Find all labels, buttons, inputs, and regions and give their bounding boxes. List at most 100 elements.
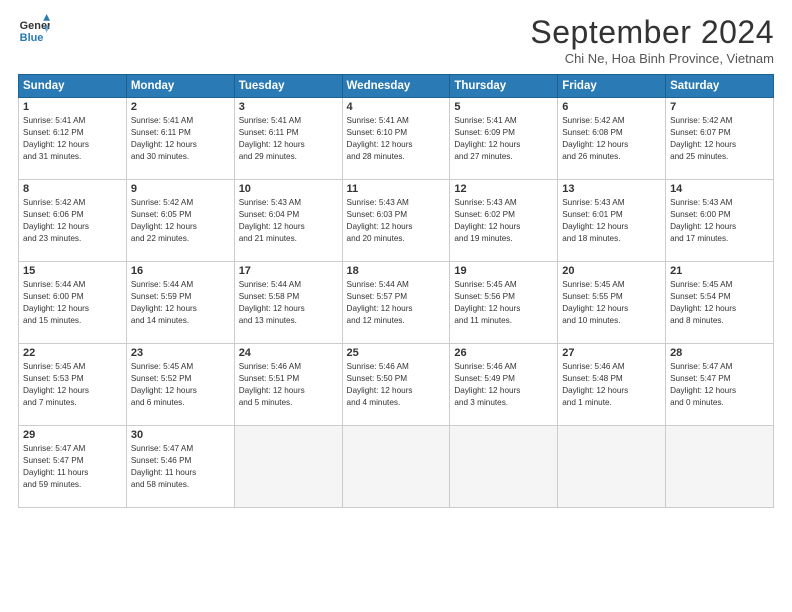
day-number: 13 <box>562 183 661 195</box>
day-info: Sunrise: 5:47 AM Sunset: 5:47 PM Dayligh… <box>670 361 769 409</box>
day-number: 1 <box>23 101 122 113</box>
day-cell-26: 26 Sunrise: 5:46 AM Sunset: 5:49 PM Dayli… <box>450 344 558 426</box>
title-area: September 2024 Chi Ne, Hoa Binh Province… <box>530 14 774 66</box>
week-row-2: 8 Sunrise: 5:42 AM Sunset: 6:06 PM Daylig… <box>19 180 774 262</box>
day-info: Sunrise: 5:43 AM Sunset: 6:03 PM Dayligh… <box>347 197 446 245</box>
day-number: 11 <box>347 183 446 195</box>
day-number: 5 <box>454 101 553 113</box>
day-info: Sunrise: 5:43 AM Sunset: 6:02 PM Dayligh… <box>454 197 553 245</box>
day-cell-10: 10 Sunrise: 5:43 AM Sunset: 6:04 PM Dayli… <box>234 180 342 262</box>
day-cell-27: 27Sunrise: 5:46 AM Sunset: 5:48 PM Dayli… <box>558 344 666 426</box>
day-info: Sunrise: 5:43 AM Sunset: 6:04 PM Dayligh… <box>239 197 338 245</box>
day-number: 21 <box>670 265 769 277</box>
day-number: 28 <box>670 347 769 359</box>
day-info: Sunrise: 5:47 AM Sunset: 5:46 PM Dayligh… <box>131 443 230 491</box>
week-row-4: 22 Sunrise: 5:45 AM Sunset: 5:53 PM Dayli… <box>19 344 774 426</box>
day-cell-14: 14 Sunrise: 5:43 AM Sunset: 6:00 PM Dayli… <box>666 180 774 262</box>
day-cell-9: 9 Sunrise: 5:42 AM Sunset: 6:05 PM Daylig… <box>126 180 234 262</box>
col-header-tuesday: Tuesday <box>234 75 342 98</box>
day-info: Sunrise: 5:44 AM Sunset: 5:59 PM Dayligh… <box>131 279 230 327</box>
col-header-thursday: Thursday <box>450 75 558 98</box>
day-cell-7: 7Sunrise: 5:42 AM Sunset: 6:07 PM Daylig… <box>666 98 774 180</box>
empty-cell <box>234 426 342 508</box>
location: Chi Ne, Hoa Binh Province, Vietnam <box>530 51 774 66</box>
day-cell-19: 19 Sunrise: 5:45 AM Sunset: 5:56 PM Dayli… <box>450 262 558 344</box>
day-cell-16: 16 Sunrise: 5:44 AM Sunset: 5:59 PM Dayli… <box>126 262 234 344</box>
day-info: Sunrise: 5:45 AM Sunset: 5:52 PM Dayligh… <box>131 361 230 409</box>
day-number: 6 <box>562 101 661 113</box>
day-number: 7 <box>670 101 769 113</box>
day-number: 23 <box>131 347 230 359</box>
day-cell-20: 20Sunrise: 5:45 AM Sunset: 5:55 PM Dayli… <box>558 262 666 344</box>
day-number: 14 <box>670 183 769 195</box>
day-cell-3: 3Sunrise: 5:41 AM Sunset: 6:11 PM Daylig… <box>234 98 342 180</box>
day-info: Sunrise: 5:43 AM Sunset: 6:00 PM Dayligh… <box>670 197 769 245</box>
day-number: 25 <box>347 347 446 359</box>
day-cell-28: 28 Sunrise: 5:47 AM Sunset: 5:47 PM Dayli… <box>666 344 774 426</box>
day-info: Sunrise: 5:41 AM Sunset: 6:09 PM Dayligh… <box>454 115 553 163</box>
day-number: 16 <box>131 265 230 277</box>
month-title: September 2024 <box>530 14 774 51</box>
day-cell-17: 17Sunrise: 5:44 AM Sunset: 5:58 PM Dayli… <box>234 262 342 344</box>
day-info: Sunrise: 5:46 AM Sunset: 5:50 PM Dayligh… <box>347 361 446 409</box>
day-info: Sunrise: 5:45 AM Sunset: 5:54 PM Dayligh… <box>670 279 769 327</box>
day-cell-6: 6 Sunrise: 5:42 AM Sunset: 6:08 PM Daylig… <box>558 98 666 180</box>
day-info: Sunrise: 5:44 AM Sunset: 5:57 PM Dayligh… <box>347 279 446 327</box>
logo-icon: General Blue <box>18 14 50 46</box>
day-info: Sunrise: 5:41 AM Sunset: 6:10 PM Dayligh… <box>347 115 446 163</box>
day-info: Sunrise: 5:42 AM Sunset: 6:08 PM Dayligh… <box>562 115 661 163</box>
day-number: 20 <box>562 265 661 277</box>
day-info: Sunrise: 5:44 AM Sunset: 6:00 PM Dayligh… <box>23 279 122 327</box>
day-info: Sunrise: 5:42 AM Sunset: 6:06 PM Dayligh… <box>23 197 122 245</box>
day-info: Sunrise: 5:41 AM Sunset: 6:11 PM Dayligh… <box>239 115 338 163</box>
day-cell-8: 8 Sunrise: 5:42 AM Sunset: 6:06 PM Daylig… <box>19 180 127 262</box>
col-header-monday: Monday <box>126 75 234 98</box>
day-number: 24 <box>239 347 338 359</box>
day-number: 2 <box>131 101 230 113</box>
day-cell-5: 5 Sunrise: 5:41 AM Sunset: 6:09 PM Daylig… <box>450 98 558 180</box>
day-cell-25: 25 Sunrise: 5:46 AM Sunset: 5:50 PM Dayli… <box>342 344 450 426</box>
day-number: 12 <box>454 183 553 195</box>
day-number: 29 <box>23 429 122 441</box>
day-info: Sunrise: 5:46 AM Sunset: 5:51 PM Dayligh… <box>239 361 338 409</box>
day-number: 10 <box>239 183 338 195</box>
col-header-sunday: Sunday <box>19 75 127 98</box>
day-cell-12: 12 Sunrise: 5:43 AM Sunset: 6:02 PM Dayli… <box>450 180 558 262</box>
day-cell-2: 2 Sunrise: 5:41 AM Sunset: 6:11 PM Daylig… <box>126 98 234 180</box>
day-cell-18: 18 Sunrise: 5:44 AM Sunset: 5:57 PM Dayli… <box>342 262 450 344</box>
day-info: Sunrise: 5:46 AM Sunset: 5:48 PM Dayligh… <box>562 361 661 409</box>
logo: General Blue <box>18 14 50 46</box>
day-cell-24: 24 Sunrise: 5:46 AM Sunset: 5:51 PM Dayli… <box>234 344 342 426</box>
day-number: 26 <box>454 347 553 359</box>
day-info: Sunrise: 5:47 AM Sunset: 5:47 PM Dayligh… <box>23 443 122 491</box>
day-info: Sunrise: 5:45 AM Sunset: 5:53 PM Dayligh… <box>23 361 122 409</box>
calendar-table: SundayMondayTuesdayWednesdayThursdayFrid… <box>18 74 774 508</box>
day-number: 18 <box>347 265 446 277</box>
col-header-saturday: Saturday <box>666 75 774 98</box>
day-number: 22 <box>23 347 122 359</box>
day-info: Sunrise: 5:45 AM Sunset: 5:56 PM Dayligh… <box>454 279 553 327</box>
day-info: Sunrise: 5:44 AM Sunset: 5:58 PM Dayligh… <box>239 279 338 327</box>
header: General Blue September 2024 Chi Ne, Hoa … <box>18 14 774 66</box>
empty-cell <box>450 426 558 508</box>
day-number: 4 <box>347 101 446 113</box>
week-row-1: 1Sunrise: 5:41 AM Sunset: 6:12 PM Daylig… <box>19 98 774 180</box>
day-info: Sunrise: 5:46 AM Sunset: 5:49 PM Dayligh… <box>454 361 553 409</box>
day-number: 8 <box>23 183 122 195</box>
day-number: 9 <box>131 183 230 195</box>
day-number: 19 <box>454 265 553 277</box>
empty-cell <box>342 426 450 508</box>
day-cell-29: 29 Sunrise: 5:47 AM Sunset: 5:47 PM Dayli… <box>19 426 127 508</box>
col-header-wednesday: Wednesday <box>342 75 450 98</box>
day-cell-1: 1Sunrise: 5:41 AM Sunset: 6:12 PM Daylig… <box>19 98 127 180</box>
week-row-5: 29 Sunrise: 5:47 AM Sunset: 5:47 PM Dayli… <box>19 426 774 508</box>
day-number: 15 <box>23 265 122 277</box>
day-number: 30 <box>131 429 230 441</box>
page: General Blue September 2024 Chi Ne, Hoa … <box>0 0 792 612</box>
day-cell-30: 30 Sunrise: 5:47 AM Sunset: 5:46 PM Dayli… <box>126 426 234 508</box>
day-cell-21: 21 Sunrise: 5:45 AM Sunset: 5:54 PM Dayli… <box>666 262 774 344</box>
day-info: Sunrise: 5:42 AM Sunset: 6:05 PM Dayligh… <box>131 197 230 245</box>
week-row-3: 15 Sunrise: 5:44 AM Sunset: 6:00 PM Dayli… <box>19 262 774 344</box>
empty-cell <box>558 426 666 508</box>
day-info: Sunrise: 5:41 AM Sunset: 6:11 PM Dayligh… <box>131 115 230 163</box>
